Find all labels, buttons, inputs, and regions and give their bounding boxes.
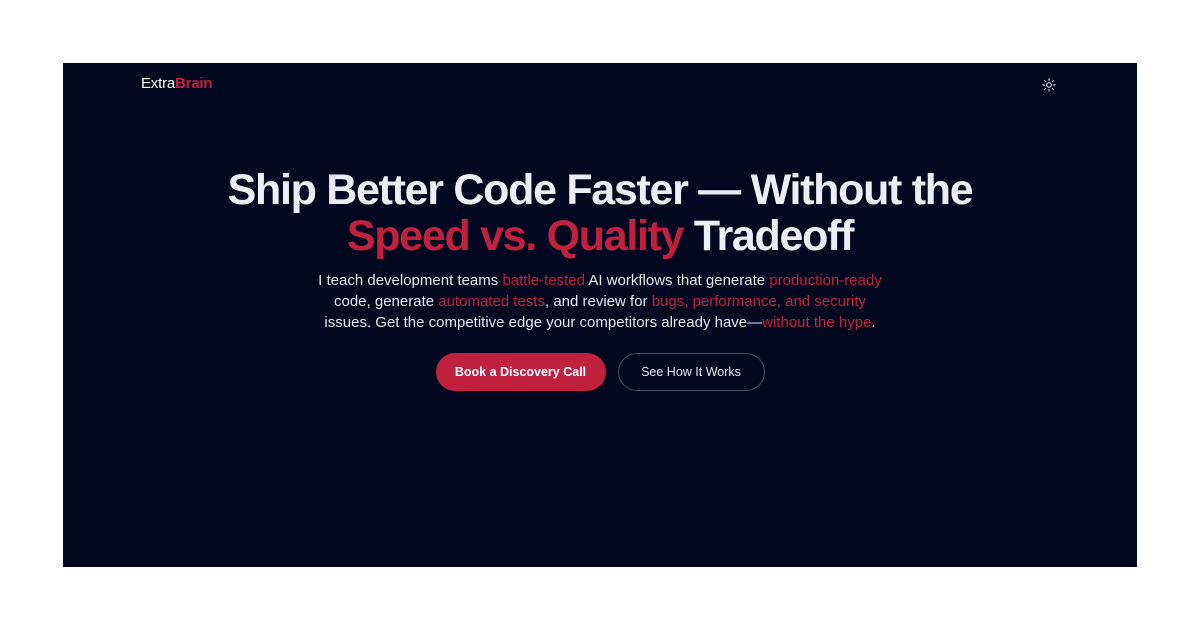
headline-line-1: Ship Better Code Faster — Without the: [227, 166, 974, 214]
subtitle-text: I teach development teams: [318, 272, 503, 289]
headline-tail: Tradeoff: [683, 212, 855, 260]
hero-section: ExtraBrain Ship Better Code Faster — Wit…: [63, 63, 1137, 567]
hero-subtitle: I teach development teams battle-tested …: [310, 270, 890, 333]
subtitle-highlight: without the hype: [762, 314, 872, 331]
subtitle-text: code, generate: [334, 293, 439, 310]
subtitle-text: , and review for: [544, 293, 652, 310]
see-how-it-works-button[interactable]: See How It Works: [617, 353, 765, 391]
subtitle-highlight: automated tests: [438, 293, 545, 310]
hero-headline: Ship Better Code Faster — Without the Sp…: [63, 167, 1137, 259]
hero-content: Ship Better Code Faster — Without the Sp…: [63, 167, 1137, 391]
sun-icon: [1042, 78, 1056, 92]
logo-text-brain: Brain: [175, 75, 213, 92]
subtitle-highlight: battle-tested: [502, 272, 585, 289]
subtitle-highlight: bugs, performance, and security: [651, 293, 866, 310]
logo-text-extra: Extra: [141, 75, 176, 92]
subtitle-text: .: [871, 314, 876, 331]
logo[interactable]: ExtraBrain: [141, 75, 213, 92]
headline-accent: Speed vs. Quality: [346, 212, 685, 260]
subtitle-highlight: production-ready: [769, 272, 882, 289]
cta-group: Book a Discovery Call See How It Works: [63, 353, 1137, 391]
subtitle-text: AI workflows that generate: [585, 272, 770, 289]
theme-toggle-button[interactable]: [1039, 75, 1059, 95]
subtitle-text: issues. Get the competitive edge your co…: [324, 314, 763, 331]
book-discovery-call-button[interactable]: Book a Discovery Call: [435, 353, 606, 391]
